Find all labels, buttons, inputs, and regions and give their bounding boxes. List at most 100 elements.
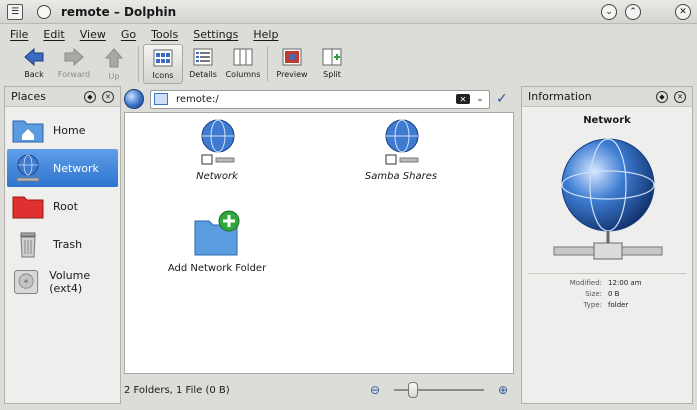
network-globe-icon xyxy=(385,119,419,165)
trash-icon xyxy=(20,232,36,258)
app-icon[interactable]: ☰ xyxy=(7,3,23,20)
places-panel: Places ◆ ✕ Home Network Root Trash Volum… xyxy=(4,86,121,404)
details-view-button[interactable]: Details xyxy=(183,44,223,84)
meta-divider xyxy=(528,273,686,274)
file-name: Add Network Folder xyxy=(167,263,267,274)
window-menu-button[interactable] xyxy=(37,4,51,19)
place-label-trash: Trash xyxy=(53,237,83,251)
network-globe-icon xyxy=(16,154,40,182)
menu-file[interactable]: File xyxy=(10,28,28,41)
up-arrow-icon xyxy=(105,48,123,68)
file-item-add-network-folder[interactable]: Add Network Folder xyxy=(157,209,277,274)
file-item-samba-shares[interactable]: Samba Shares xyxy=(341,117,461,182)
meta-value: folder xyxy=(608,300,629,309)
place-item-trash[interactable]: Trash xyxy=(7,225,118,263)
meta-row-modified: Modified: 12:00 am xyxy=(522,277,692,288)
split-icon xyxy=(322,48,342,66)
chevron-down-icon[interactable]: ⌄ xyxy=(474,94,486,104)
minimize-button[interactable]: ⌄ xyxy=(601,4,617,20)
menu-view[interactable]: View xyxy=(80,28,106,41)
folder-add-icon xyxy=(194,210,240,256)
columns-view-icon xyxy=(233,48,253,66)
menu-help[interactable]: Help xyxy=(253,28,278,41)
forward-button[interactable]: Forward xyxy=(54,44,94,84)
back-arrow-icon xyxy=(24,48,44,66)
preview-label: Preview xyxy=(276,70,308,79)
maximize-button[interactable]: ⌃ xyxy=(625,4,641,20)
places-header: Places ◆ ✕ xyxy=(5,87,120,107)
places-title: Places xyxy=(11,90,46,103)
split-button[interactable]: Split xyxy=(312,44,352,84)
place-item-root[interactable]: Root xyxy=(7,187,118,225)
status-bar: 2 Folders, 1 File (0 B) ⊖ ⊕ xyxy=(124,380,518,400)
network-globe-icon xyxy=(201,119,235,165)
up-button[interactable]: Up xyxy=(94,44,134,84)
place-label-volume: Volume (ext4) xyxy=(49,269,91,295)
menu-edit[interactable]: Edit xyxy=(43,28,64,41)
icons-view-icon xyxy=(153,49,173,67)
zoom-out-icon[interactable]: ⊖ xyxy=(370,383,380,397)
status-text: 2 Folders, 1 File (0 B) xyxy=(124,384,230,396)
meta-value: 12:00 am xyxy=(608,278,642,287)
place-label-home: Home xyxy=(53,123,86,137)
location-path: remote:/ xyxy=(176,93,219,105)
close-panel-icon[interactable]: ✕ xyxy=(674,90,686,103)
file-view[interactable]: Network Samba Shares Add Network Folder xyxy=(124,112,514,374)
icons-label: Icons xyxy=(152,71,174,80)
float-panel-icon[interactable]: ◆ xyxy=(84,90,96,103)
home-folder-icon xyxy=(12,120,44,143)
menu-settings[interactable]: Settings xyxy=(193,28,238,41)
remote-folder-icon xyxy=(154,93,168,105)
info-metadata: Modified: 12:00 am Size: 0 B Type: folde… xyxy=(522,273,692,310)
information-panel: Information ◆ ✕ Network Modified: 12:00 … xyxy=(521,86,693,404)
columns-view-button[interactable]: Columns xyxy=(223,44,263,84)
close-button[interactable]: ✕ xyxy=(675,4,691,20)
back-label: Back xyxy=(24,70,44,79)
information-title: Information xyxy=(528,90,592,103)
menu-go[interactable]: Go xyxy=(121,28,136,41)
clear-location-icon[interactable]: ✕ xyxy=(456,94,470,104)
network-globe-icon xyxy=(553,138,663,260)
toolbar-separator xyxy=(267,46,268,82)
file-name: Network xyxy=(196,171,238,182)
details-view-icon xyxy=(193,48,213,66)
zoom-slider-handle[interactable] xyxy=(408,382,418,398)
meta-key: Type: xyxy=(583,300,602,309)
file-item-network[interactable]: Network xyxy=(157,117,277,182)
meta-value: 0 B xyxy=(608,289,620,298)
place-item-volume[interactable]: Volume (ext4) xyxy=(7,263,118,301)
preview-icon xyxy=(282,48,302,66)
window-title: remote – Dolphin xyxy=(61,4,177,19)
menu-tools[interactable]: Tools xyxy=(151,28,178,41)
preview-button[interactable]: Preview xyxy=(272,44,312,84)
confirm-location-icon[interactable]: ✓ xyxy=(496,91,508,107)
toolbar: Back Forward Up Icons Details Columns Pr… xyxy=(0,44,697,86)
close-panel-icon[interactable]: ✕ xyxy=(102,90,114,103)
float-panel-icon[interactable]: ◆ xyxy=(656,90,668,103)
drive-icon xyxy=(14,270,39,294)
back-button[interactable]: Back xyxy=(14,44,54,84)
file-name: Samba Shares xyxy=(364,171,438,182)
meta-key: Modified: xyxy=(569,278,602,287)
forward-arrow-icon xyxy=(64,48,84,66)
location-input[interactable]: remote:/ ✕ ⌄ xyxy=(150,89,490,109)
place-label-root: Root xyxy=(53,199,78,213)
location-bar: remote:/ ✕ ⌄ ✓ xyxy=(124,88,518,110)
columns-label: Columns xyxy=(225,70,261,79)
place-item-home[interactable]: Home xyxy=(7,111,118,149)
menu-bar: File Edit View Go Tools Settings Help xyxy=(0,25,697,44)
info-item-name: Network xyxy=(583,115,631,126)
up-label: Up xyxy=(108,72,120,81)
meta-row-type: Type: folder xyxy=(522,299,692,310)
meta-row-size: Size: 0 B xyxy=(522,288,692,299)
title-bar: ☰ remote – Dolphin ⌄ ⌃ ✕ xyxy=(0,0,697,24)
network-globe-icon[interactable] xyxy=(124,89,144,109)
toolbar-separator xyxy=(138,46,139,82)
root-folder-icon xyxy=(12,196,44,219)
icons-view-button[interactable]: Icons xyxy=(143,44,183,84)
forward-label: Forward xyxy=(57,70,91,79)
meta-key: Size: xyxy=(585,289,602,298)
zoom-in-icon[interactable]: ⊕ xyxy=(498,383,508,397)
information-header: Information ◆ ✕ xyxy=(522,87,692,107)
place-item-network[interactable]: Network xyxy=(7,149,118,187)
